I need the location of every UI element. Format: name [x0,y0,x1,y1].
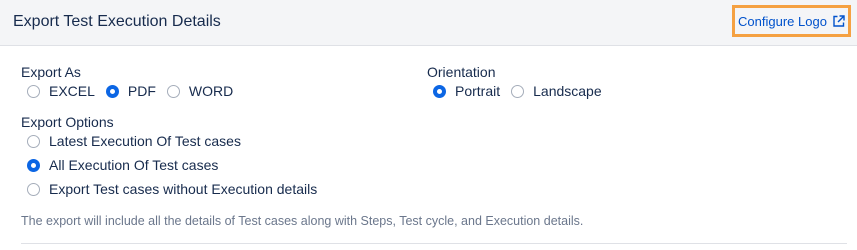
export-as-label: Export As [21,64,81,80]
page-title: Export Test Execution Details [13,13,221,30]
radio-pdf-label: PDF [127,83,156,99]
external-link-icon [832,14,845,28]
export-note: The export will include all the details … [21,214,584,228]
export-as-excel-option[interactable]: EXCEL [27,83,95,99]
export-as-radio-group: EXCEL PDF WORD [27,83,233,99]
radio-without-execution-label: Export Test cases without Execution deta… [49,181,318,197]
radio-all-execution[interactable] [27,158,40,172]
orientation-portrait-option[interactable]: Portrait [433,83,500,99]
export-option-without-execution[interactable]: Export Test cases without Execution deta… [27,181,317,197]
divider [21,243,847,244]
orientation-radio-group: Portrait Landscape [433,83,602,99]
radio-landscape-label: Landscape [533,83,602,99]
orientation-landscape-option[interactable]: Landscape [511,83,602,99]
radio-pdf[interactable] [105,84,119,98]
configure-logo-label: Configure Logo [738,13,827,29]
export-as-pdf-option[interactable]: PDF [105,83,156,99]
radio-word[interactable] [166,84,180,98]
radio-without-execution[interactable] [27,182,40,196]
radio-latest-execution[interactable] [27,134,40,148]
radio-excel-label: EXCEL [49,83,95,99]
export-option-latest[interactable]: Latest Execution Of Test cases [27,133,241,149]
radio-excel[interactable] [27,84,40,98]
radio-latest-execution-label: Latest Execution Of Test cases [49,133,241,149]
radio-landscape[interactable] [511,84,525,98]
radio-portrait-label: Portrait [455,83,501,99]
radio-portrait[interactable] [433,84,446,98]
radio-all-execution-label: All Execution Of Test cases [49,157,219,173]
orientation-label: Orientation [427,64,496,80]
configure-logo-button[interactable]: Configure Logo [732,5,851,37]
export-options-label: Export Options [21,114,114,130]
dialog-header: Export Test Execution Details Configure … [0,0,857,46]
radio-word-label: WORD [188,83,234,99]
export-option-all[interactable]: All Execution Of Test cases [27,157,218,173]
export-as-word-option[interactable]: WORD [166,83,234,99]
